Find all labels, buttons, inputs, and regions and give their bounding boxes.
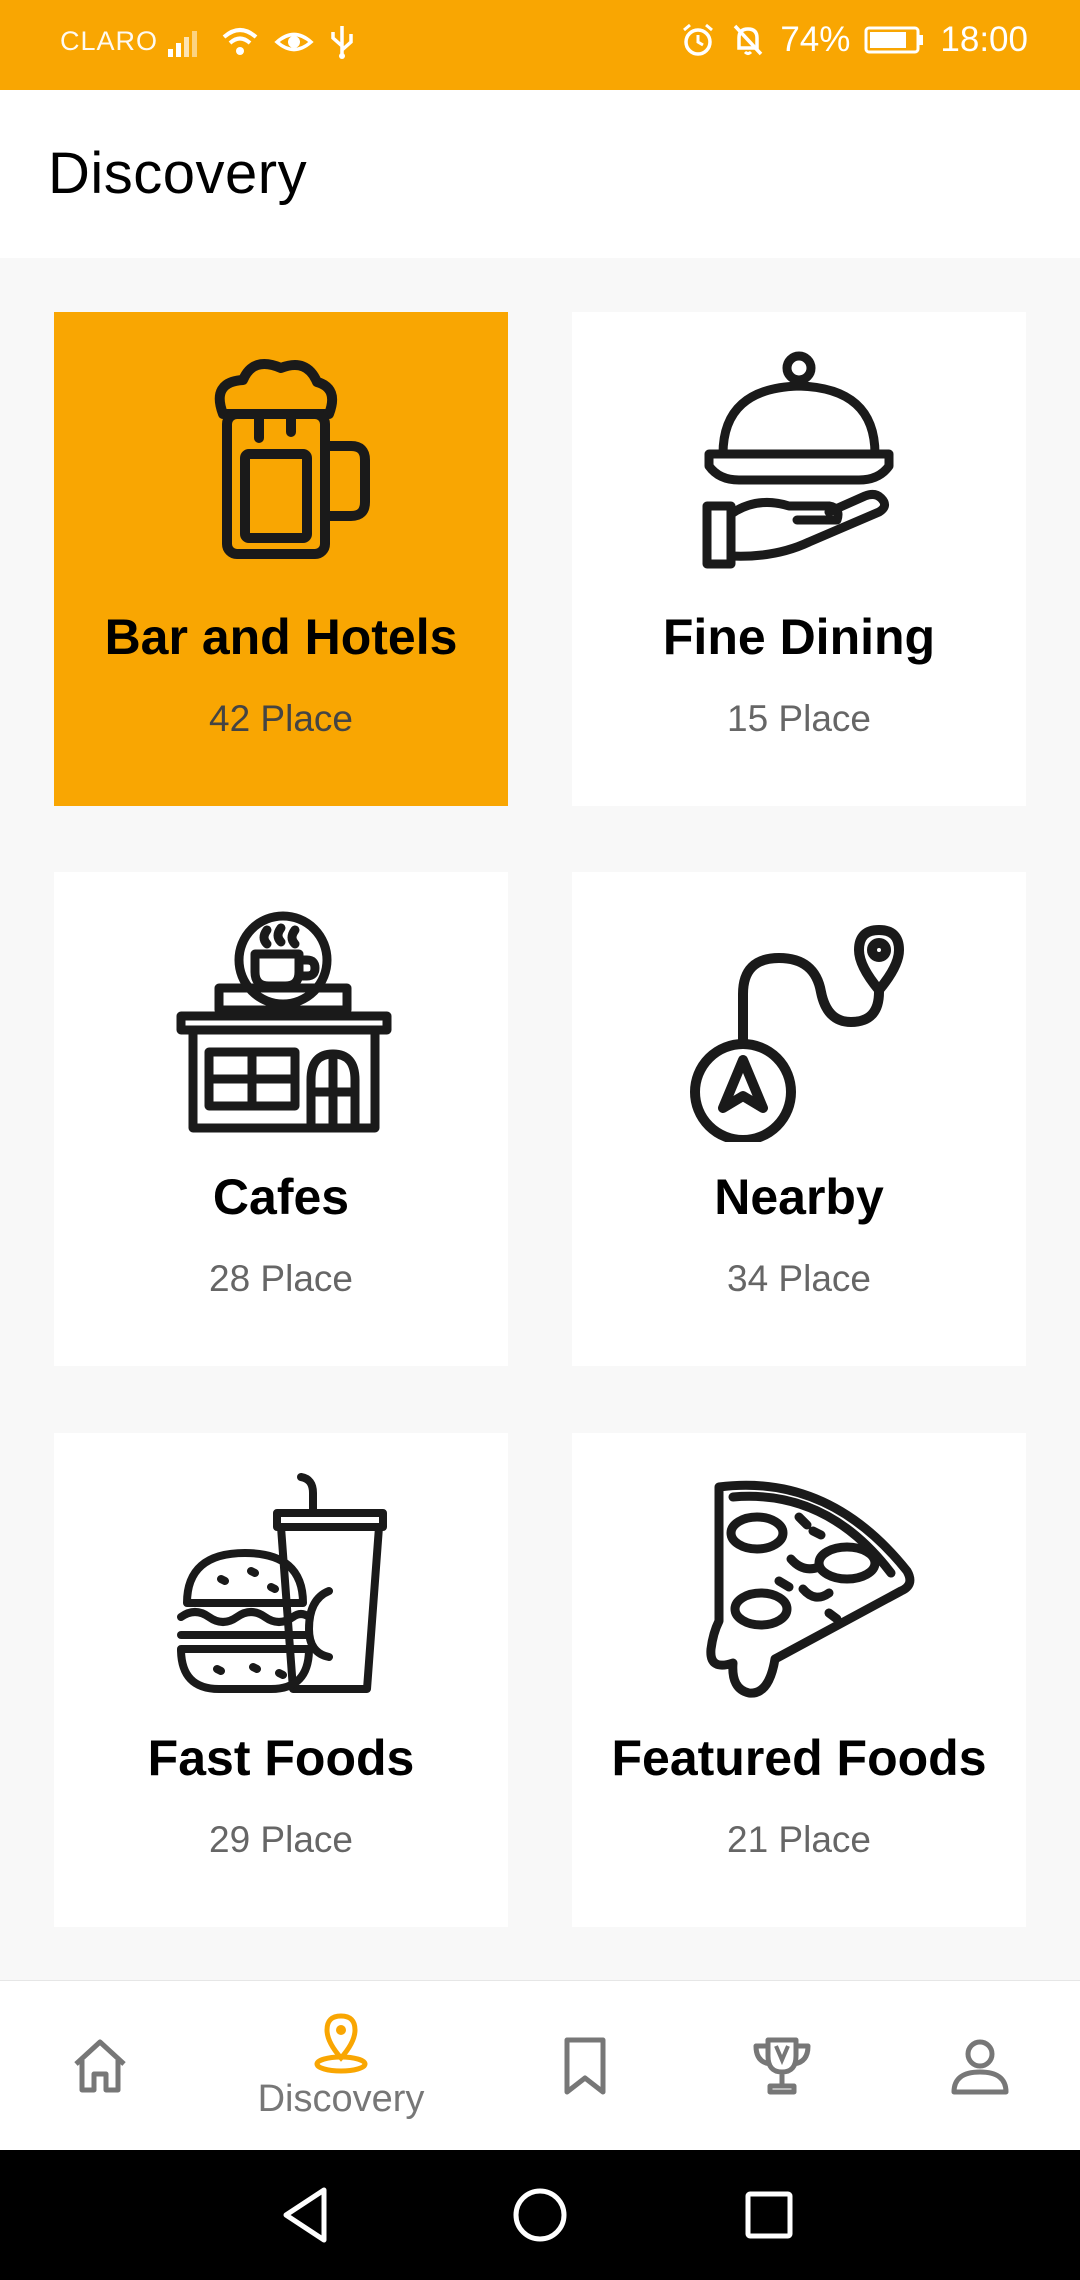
category-count: 15 Place — [727, 698, 871, 739]
trophy-icon — [750, 2034, 814, 2098]
status-bar: CLARO 74% 18:00 — [0, 0, 1080, 90]
category-title: Bar and Hotels — [104, 609, 458, 665]
cafe-building-icon — [161, 902, 401, 1142]
category-title: Nearby — [714, 1169, 884, 1225]
category-title: Fast Foods — [147, 1730, 415, 1786]
category-card-nearby[interactable]: Nearby 34 Place — [572, 872, 1026, 1366]
route-pin-icon — [679, 902, 919, 1142]
category-count: 34 Place — [727, 1258, 871, 1299]
page-title: Discovery — [48, 141, 308, 206]
wifi-icon — [220, 25, 260, 59]
bottom-navigation: Discovery — [0, 1980, 1080, 2151]
mute-bell-icon — [730, 22, 766, 58]
profile-icon — [948, 2034, 1012, 2098]
app-bar: Discovery — [0, 90, 1080, 258]
category-card-fast-foods[interactable]: Fast Foods 29 Place — [54, 1433, 508, 1927]
nav-profile[interactable] — [920, 1981, 1040, 2151]
category-card-featured-foods[interactable]: Featured Foods 21 Place — [572, 1433, 1026, 1927]
category-card-fine-dining[interactable]: Fine Dining 15 Place — [572, 312, 1026, 806]
burger-drink-icon — [161, 1463, 401, 1703]
category-title: Fine Dining — [662, 609, 936, 665]
battery-percent: 74% — [780, 20, 851, 59]
nav-discovery[interactable]: Discovery — [236, 1981, 446, 2151]
eye-icon — [274, 25, 314, 59]
clock: 18:00 — [940, 20, 1028, 59]
usb-icon — [328, 24, 356, 60]
category-count: 28 Place — [209, 1258, 353, 1299]
system-navigation-bar — [0, 2150, 1080, 2280]
carrier-label: CLARO — [60, 26, 159, 56]
recents-square-icon[interactable] — [734, 2180, 804, 2250]
category-count: 42 Place — [209, 698, 353, 739]
category-count: 29 Place — [209, 1819, 353, 1860]
beer-mug-icon — [161, 342, 401, 582]
pizza-slice-icon — [679, 1463, 919, 1703]
nav-trophy[interactable] — [722, 1981, 842, 2151]
category-count: 21 Place — [727, 1819, 871, 1860]
category-title: Cafes — [212, 1169, 350, 1225]
nav-bookmark[interactable] — [525, 1981, 645, 2151]
battery-icon — [864, 24, 926, 56]
discovery-pin-icon — [311, 2012, 371, 2074]
signal-icon — [166, 25, 206, 59]
nav-home[interactable] — [40, 1981, 160, 2151]
nav-label-discovery: Discovery — [257, 2077, 425, 2120]
bookmark-icon — [557, 2034, 613, 2098]
alarm-icon — [680, 22, 716, 58]
back-icon[interactable] — [272, 2180, 342, 2250]
category-card-cafes[interactable]: Cafes 28 Place — [54, 872, 508, 1366]
home-icon — [68, 2034, 132, 2098]
category-card-bar-and-hotels[interactable]: Bar and Hotels 42 Place — [54, 312, 508, 806]
cloche-hand-icon — [679, 342, 919, 582]
category-title: Featured Foods — [611, 1730, 987, 1786]
home-circle-icon[interactable] — [505, 2180, 575, 2250]
